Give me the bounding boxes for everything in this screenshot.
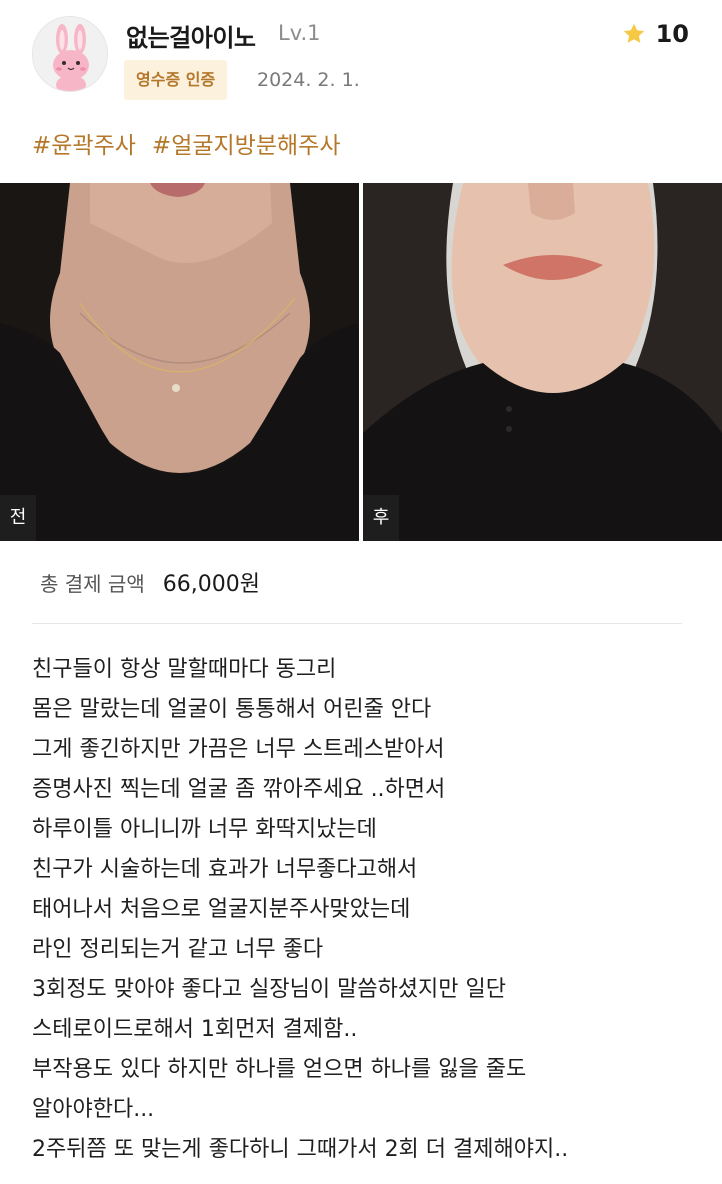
review-line: 스테로이드로해서 1회먼저 결제함.. [32, 1017, 358, 1042]
before-after-photos: 전 후 [0, 183, 722, 541]
after-photo-image [363, 183, 722, 541]
review-line: 친구가 시술하는데 효과가 너무좋다고해서 [32, 857, 418, 882]
rating-value: 10 [655, 20, 689, 48]
review-header: 없는걸아이노 Lv.1 영수증 인증 2024. 2. 1. 10 [0, 0, 722, 112]
payment-label: 총 결제 금액 [40, 572, 145, 596]
after-label: 후 [363, 495, 399, 541]
after-photo[interactable]: 후 [363, 183, 722, 541]
avatar[interactable] [32, 16, 108, 92]
review-line: 2주뒤쯤 또 맞는게 좋다하니 그때가서 2회 더 결제해야지.. [32, 1137, 569, 1162]
review-line: 증명사진 찍는데 얼굴 좀 깎아주세요 ..하면서 [32, 777, 446, 802]
review-line: 몸은 말랐는데 얼굴이 통통해서 어린줄 안다 [32, 697, 432, 722]
before-photo-image [0, 183, 359, 541]
rating: 10 [622, 20, 689, 48]
review-line: 그게 좋긴하지만 가끔은 너무 스트레스받아서 [32, 737, 445, 762]
payment-summary: 총 결제 금액 66,000원 [40, 566, 260, 598]
before-photo[interactable]: 전 [0, 183, 359, 541]
review-line: 하루이틀 아니니까 너무 화딱지났는데 [32, 817, 377, 842]
user-level: Lv.1 [278, 21, 321, 45]
review-line: 태어나서 처음으로 얼굴지분주사맞았는데 [32, 897, 411, 922]
review-body: 친구들이 항상 말할때마다 동그리 몸은 말랐는데 얼굴이 통통해서 어린줄 안… [32, 650, 692, 1170]
divider [32, 623, 682, 624]
hashtag[interactable]: #윤곽주사 [32, 126, 136, 160]
review-date: 2024. 2. 1. [257, 69, 360, 91]
review-line: 친구들이 항상 말할때마다 동그리 [32, 657, 337, 682]
before-label: 전 [0, 495, 36, 541]
review-line: 알아야한다... [32, 1097, 155, 1122]
review-line: 라인 정리되는거 같고 너무 좋다 [32, 937, 324, 962]
payment-amount: 66,000원 [162, 572, 260, 597]
hashtag-list: #윤곽주사 #얼굴지방분해주사 [32, 126, 340, 160]
star-icon [623, 23, 644, 43]
receipt-verified-badge: 영수증 인증 [124, 60, 228, 100]
bunny-avatar-icon [33, 17, 107, 91]
user-nickname[interactable]: 없는걸아이노 [126, 18, 256, 53]
hashtag[interactable]: #얼굴지방분해주사 [152, 126, 341, 160]
review-line: 부작용도 있다 하지만 하나를 얻으면 하나를 잃을 줄도 [32, 1057, 527, 1082]
review-line: 3회정도 맞아야 좋다고 실장님이 말씀하셨지만 일단 [32, 977, 507, 1002]
